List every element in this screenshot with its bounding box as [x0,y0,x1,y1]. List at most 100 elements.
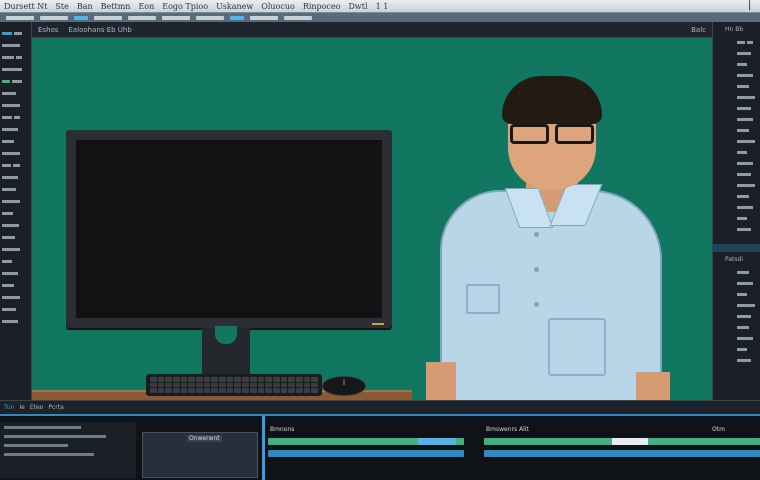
property-row[interactable] [737,301,760,310]
track-header[interactable] [4,453,94,456]
person-arm-right [636,372,670,400]
property-row[interactable] [737,60,760,69]
property-row[interactable] [737,170,760,179]
property-row[interactable] [737,334,760,343]
property-row[interactable] [737,93,760,102]
status-item[interactable]: Ie [19,404,24,411]
zoom-dropdown[interactable]: Balc [691,26,706,34]
list-item[interactable] [2,162,29,169]
menu-item-sequence[interactable]: Eogo Tpioo [162,2,208,11]
property-row[interactable] [737,181,760,190]
property-row[interactable] [737,214,760,223]
list-item[interactable] [2,126,29,133]
list-item[interactable] [2,270,29,277]
list-item[interactable] [2,222,29,229]
list-item[interactable] [2,306,29,313]
status-bar: Tun Ie Eteo Pcrta [0,400,760,414]
list-item[interactable] [2,42,29,49]
status-item[interactable]: Tun [4,404,14,411]
toolbar-tool[interactable] [162,15,190,20]
toolbar-tool[interactable] [250,15,278,20]
property-row[interactable] [737,115,760,124]
list-item[interactable] [2,174,29,181]
list-item[interactable] [2,30,29,37]
property-row[interactable] [737,159,760,168]
list-item[interactable] [2,318,29,325]
track-header[interactable] [4,435,107,438]
right-panel-title[interactable]: Hn Bb [725,26,743,33]
menu-item-clip[interactable]: Eon [138,2,154,11]
list-item[interactable] [2,198,29,205]
timeline-track-clip[interactable] [484,450,760,457]
timeline-track-clip[interactable] [612,438,648,445]
list-item[interactable] [2,246,29,253]
property-row[interactable] [737,268,760,277]
list-item[interactable] [2,114,29,121]
list-item[interactable] [2,138,29,145]
toolbar-tool[interactable] [196,15,224,20]
viewport-title[interactable]: Eshos [38,26,58,34]
window-control-icon[interactable]: ⎮ [747,1,752,11]
property-row[interactable] [737,225,760,234]
toolbar-tool[interactable] [128,15,156,20]
menu-item-window[interactable]: Rinpoceo [303,2,341,11]
timeline-track-clip[interactable] [268,450,464,457]
property-row[interactable] [737,356,760,365]
menu-item-markers[interactable]: Uskanew [216,2,253,11]
menu-item-edit[interactable]: Ste [55,2,68,11]
list-item[interactable] [2,186,29,193]
right-panel-subtitle[interactable]: Patsdi [725,256,743,263]
title-bar: Dursett Nt Ste Ban Bettmn Eon Eogo Tpioo… [0,0,760,13]
property-row[interactable] [737,38,760,47]
list-item[interactable] [2,78,29,85]
preview-viewport[interactable] [32,38,712,400]
list-item[interactable] [2,150,29,157]
timeline-track-clip[interactable] [418,438,456,445]
property-row[interactable] [737,49,760,58]
property-row[interactable] [737,345,760,354]
property-row[interactable] [737,290,760,299]
property-row[interactable] [737,71,760,80]
monitor-led [372,323,384,325]
menu-item-graphics[interactable]: Oluocuo [261,2,295,11]
menu-item-help[interactable]: Dwtl [349,2,368,11]
toolbar-tool[interactable] [40,15,68,20]
property-row[interactable] [737,312,760,321]
property-row[interactable] [737,82,760,91]
track-header[interactable] [4,426,81,429]
status-item[interactable]: Pcrta [48,404,63,411]
shirt-pocket-right [548,318,606,376]
toolbar-tool[interactable] [94,15,122,20]
list-item[interactable] [2,102,29,109]
toolbar-tool-active[interactable] [230,15,244,20]
property-row[interactable] [737,137,760,146]
property-row[interactable] [737,323,760,332]
timeline-playhead[interactable] [262,416,265,480]
property-row[interactable] [737,192,760,201]
property-row[interactable] [737,148,760,157]
property-row[interactable] [737,203,760,212]
timeline-clip-thumbnail[interactable]: Onwerwnt [142,432,258,478]
property-row[interactable] [737,279,760,288]
property-row[interactable] [737,126,760,135]
list-item[interactable] [2,66,29,73]
menu-item-view[interactable]: Ban [77,2,93,11]
clip-label: Onwerwnt [187,435,222,442]
list-item[interactable] [2,258,29,265]
toolbar-tool[interactable] [284,15,312,20]
status-item[interactable]: Eteo [30,404,44,411]
keyboard-illustration [146,374,322,396]
menu-item-project[interactable]: Bettmn [101,2,131,11]
list-item[interactable] [2,294,29,301]
menu-item-file[interactable]: Dursett Nt [4,2,47,11]
toolbar-tool[interactable] [6,15,34,20]
toolbar-tool-active[interactable] [74,15,88,20]
list-item[interactable] [2,234,29,241]
list-item[interactable] [2,54,29,61]
track-header[interactable] [4,444,68,447]
list-item[interactable] [2,90,29,97]
menu-item-extra[interactable]: 1 1 [376,2,389,11]
property-row[interactable] [737,104,760,113]
list-item[interactable] [2,282,29,289]
list-item[interactable] [2,210,29,217]
